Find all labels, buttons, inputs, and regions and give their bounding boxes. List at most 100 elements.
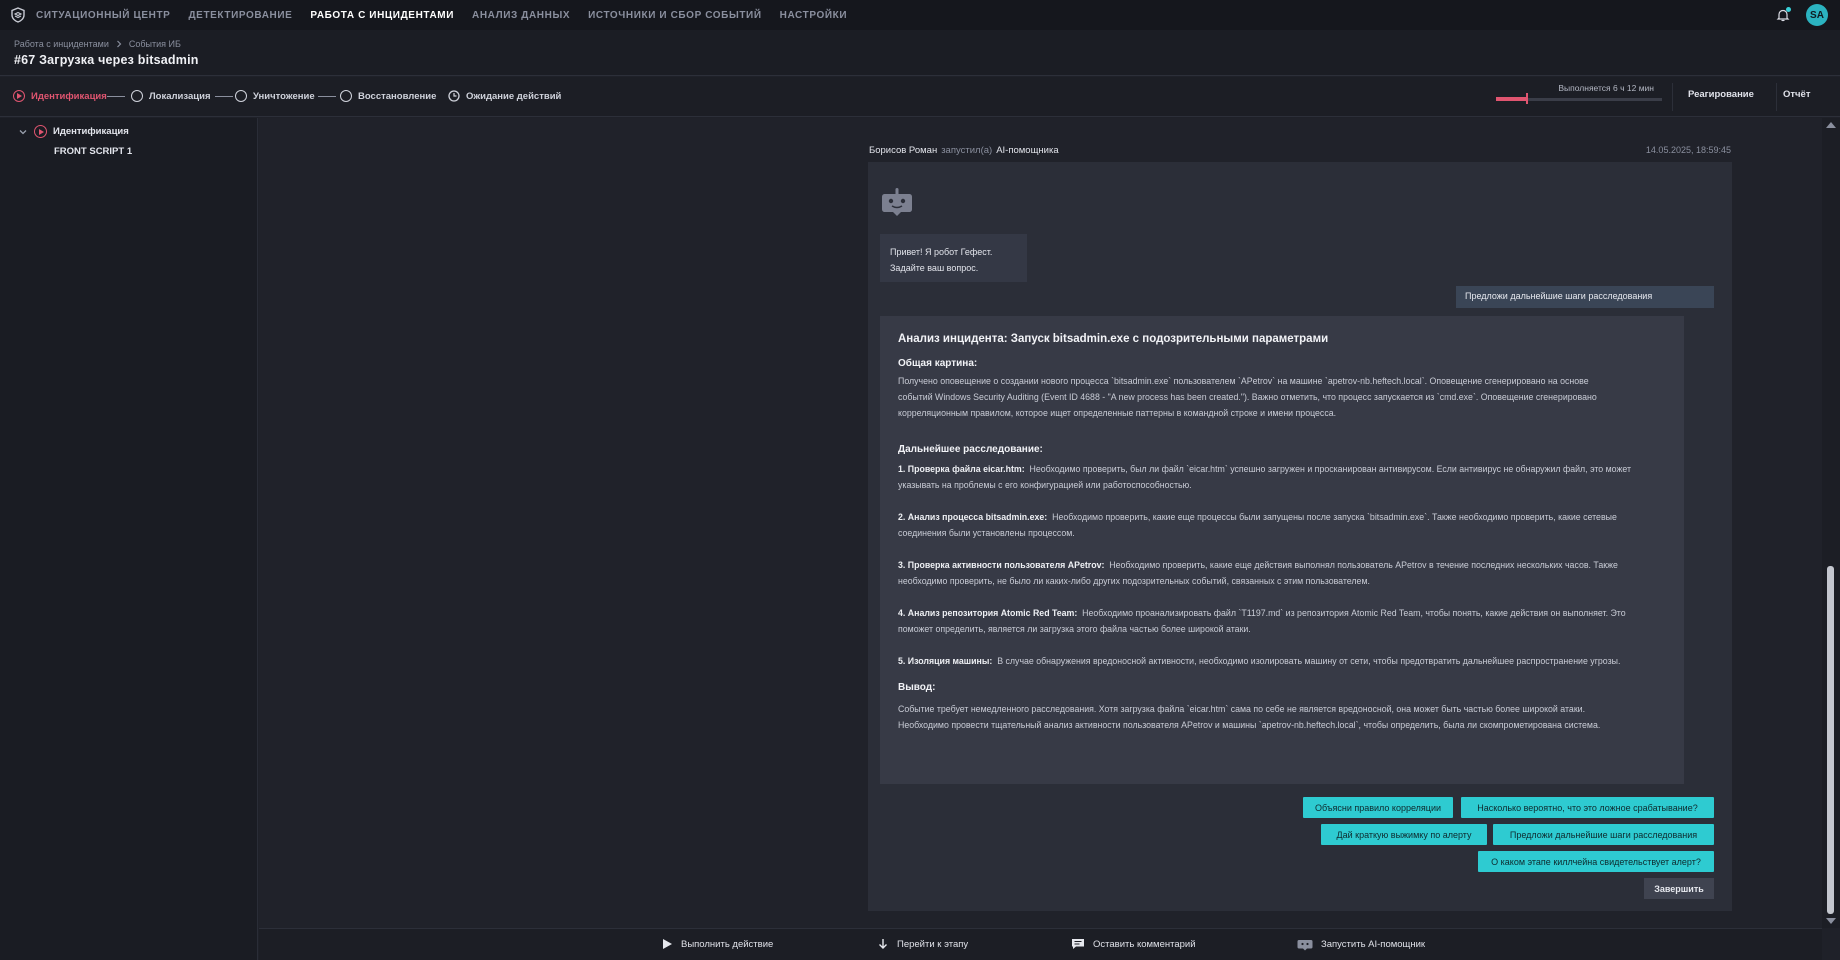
greeting-line-1: Привет! Я робот Гефест. — [890, 247, 993, 257]
step-title: 5. Изоляция машины: — [898, 656, 993, 666]
step-text: необходимо проверить, не было ли каких-л… — [898, 576, 1370, 586]
tree-stage-identification[interactable]: Идентификация — [18, 125, 129, 138]
nav-situation-center[interactable]: СИТУАЦИОННЫЙ ЦЕНТР — [36, 10, 170, 21]
app-logo-icon[interactable] — [0, 0, 36, 30]
progress-track — [1496, 93, 1662, 104]
step-3: 3. Проверка активности пользователя APet… — [898, 557, 1668, 589]
bot-greeting-bubble: Привет! Я робот Гефест. Задайте ваш вопр… — [880, 234, 1027, 282]
bottom-action-bar: Выполнить действие Перейти к этапу Остав… — [259, 928, 1822, 960]
step-4: 4. Анализ репозитория Atomic Red Team: Н… — [898, 605, 1668, 637]
suggestion-next-steps[interactable]: Предложи дальнейшие шаги расследования — [1493, 824, 1714, 845]
stage-localization-label: Локализация — [149, 90, 211, 102]
suggestion-killchain[interactable]: О каком этапе киллчейна свидетельствует … — [1478, 851, 1714, 872]
overview-line: событий Windows Security Auditing (Event… — [898, 392, 1597, 402]
step-title: 4. Анализ репозитория Atomic Red Team: — [898, 608, 1078, 618]
step-text: Необходимо проанализировать файл `T1197.… — [1082, 608, 1626, 618]
breadcrumb: Работа с инцидентами События ИБ — [14, 39, 181, 49]
nav-sources[interactable]: ИСТОЧНИКИ И СБОР СОБЫТИЙ — [588, 10, 762, 21]
step-text: Необходимо проверить, был ли файл `eicar… — [1029, 464, 1631, 474]
step-text: соединения были установлены процессом. — [898, 528, 1075, 538]
nav-data-analysis[interactable]: АНАЛИЗ ДАННЫХ — [472, 10, 570, 21]
goto-stage-button[interactable]: Перейти к этапу — [877, 938, 968, 950]
ai-chat-panel: Привет! Я робот Гефест. Задайте ваш вопр… — [868, 162, 1732, 911]
stage-destruction[interactable]: Уничтожение — [235, 90, 315, 102]
stage-localization[interactable]: Локализация — [131, 90, 211, 102]
scrollbar-thumb[interactable] — [1827, 566, 1834, 914]
stage-awaiting[interactable]: Ожидание действий — [448, 90, 561, 102]
stage-identification[interactable]: Идентификация — [13, 90, 107, 102]
overview-line: Получено оповещение о создании нового пр… — [898, 376, 1589, 386]
nav-detection[interactable]: ДЕТЕКТИРОВАНИЕ — [188, 10, 292, 21]
report-button[interactable]: Отчёт — [1783, 89, 1811, 100]
incident-stages-bar: Идентификация Локализация Уничтожение Во… — [0, 77, 1840, 117]
step-text: поможет определить, является ли загрузка… — [898, 624, 1251, 634]
run-ai-assistant-button[interactable]: Запустить AI-помощник — [1297, 938, 1425, 951]
step-2: 2. Анализ процесса bitsadmin.exe: Необхо… — [898, 509, 1668, 541]
run-ai-assistant-label: Запустить AI-помощник — [1321, 939, 1426, 950]
stage-connector — [318, 96, 336, 97]
stage-recovery[interactable]: Восстановление — [340, 90, 436, 102]
circle-icon — [235, 90, 247, 102]
step-title: 1. Проверка файла eicar.htm: — [898, 464, 1025, 474]
user-avatar[interactable]: SA — [1806, 4, 1828, 26]
add-comment-button[interactable]: Оставить комментарий — [1071, 938, 1196, 950]
suggestion-explain-rule[interactable]: Объясни правило корреляции — [1303, 797, 1453, 818]
scroll-down-arrow-icon[interactable] — [1826, 918, 1836, 924]
breadcrumb-events[interactable]: События ИБ — [129, 39, 181, 49]
overview-heading: Общая картина: — [898, 358, 978, 369]
stage-destruction-label: Уничтожение — [253, 90, 315, 102]
comment-icon — [1072, 939, 1084, 949]
nav-incidents[interactable]: РАБОТА С ИНЦИДЕНТАМИ — [310, 10, 454, 21]
add-comment-label: Оставить комментарий — [1093, 938, 1196, 950]
tree-stage-label: Идентификация — [53, 126, 129, 137]
overview-paragraph: Получено оповещение о создании нового пр… — [898, 373, 1668, 421]
user-message-bubble: Предложи дальнейшие шаги расследования — [1456, 286, 1714, 308]
step-text: Необходимо проверить, какие еще действия… — [1109, 560, 1618, 570]
finish-button[interactable]: Завершить — [1644, 878, 1714, 899]
tree-script-item[interactable]: FRONT SCRIPT 1 — [54, 146, 132, 157]
main-scrollbar[interactable] — [1822, 118, 1840, 928]
conclusion-paragraph: Событие требует немедленного расследован… — [898, 701, 1668, 733]
step-text: В случае обнаружения вредоносной активно… — [997, 656, 1621, 666]
execute-action-button[interactable]: Выполнить действие — [661, 938, 773, 950]
divider — [1776, 83, 1777, 111]
step-title: 2. Анализ процесса bitsadmin.exe: — [898, 512, 1048, 522]
bot-answer-bubble: Анализ инцидента: Запуск bitsadmin.exe с… — [880, 316, 1684, 784]
stage-identification-label: Идентификация — [31, 90, 107, 102]
suggestion-false-positive[interactable]: Насколько вероятно, что это ложное сраба… — [1461, 797, 1714, 818]
page-header: Работа с инцидентами События ИБ #67 Загр… — [0, 30, 1840, 76]
step-text: указывать на проблемы с его конфигурацие… — [898, 480, 1192, 490]
step-5: 5. Изоляция машины: В случае обнаружения… — [898, 653, 1668, 669]
suggestion-summary[interactable]: Дай краткую выжимку по алерту — [1321, 824, 1487, 845]
scroll-up-arrow-icon[interactable] — [1826, 122, 1836, 128]
play-circle-icon — [13, 90, 25, 102]
stage-recovery-label: Восстановление — [358, 90, 437, 102]
action-verb: запустил(а) — [941, 145, 993, 156]
answer-title: Анализ инцидента: Запуск bitsadmin.exe с… — [898, 333, 1329, 345]
stage-connector — [215, 96, 233, 97]
reaction-button[interactable]: Реагирование — [1688, 89, 1754, 100]
chevron-down-icon[interactable] — [18, 127, 28, 137]
progress-fill — [1496, 97, 1526, 101]
conclusion-line: Событие требует немедленного расследован… — [898, 704, 1586, 714]
chevron-right-icon — [116, 40, 122, 48]
page-title: #67 Загрузка через bitsadmin — [14, 53, 199, 67]
author-name: Борисов Роман — [869, 145, 938, 156]
play-icon — [663, 939, 672, 949]
greeting-line-2: Задайте ваш вопрос. — [890, 263, 979, 273]
conclusion-heading: Вывод: — [898, 682, 936, 693]
notification-dot — [1786, 7, 1791, 12]
step-title: 3. Проверка активности пользователя APet… — [898, 560, 1105, 570]
circle-icon — [131, 90, 143, 102]
execute-action-label: Выполнить действие — [681, 938, 774, 950]
next-steps-heading: Дальнейшее расследование: — [898, 444, 1043, 455]
breadcrumb-incidents[interactable]: Работа с инцидентами — [14, 39, 109, 49]
nav-settings[interactable]: НАСТРОЙКИ — [780, 10, 847, 21]
tree-script-label: FRONT SCRIPT 1 — [54, 146, 133, 157]
timestamp: 14.05.2025, 18:59:45 — [1645, 145, 1731, 155]
incident-tree-sidebar: Идентификация FRONT SCRIPT 1 — [0, 118, 258, 960]
step-text: Необходимо проверить, какие еще процессы… — [1052, 512, 1617, 522]
robot-icon — [1297, 940, 1313, 951]
notifications-bell-icon[interactable] — [1772, 4, 1794, 26]
circle-icon — [340, 90, 352, 102]
